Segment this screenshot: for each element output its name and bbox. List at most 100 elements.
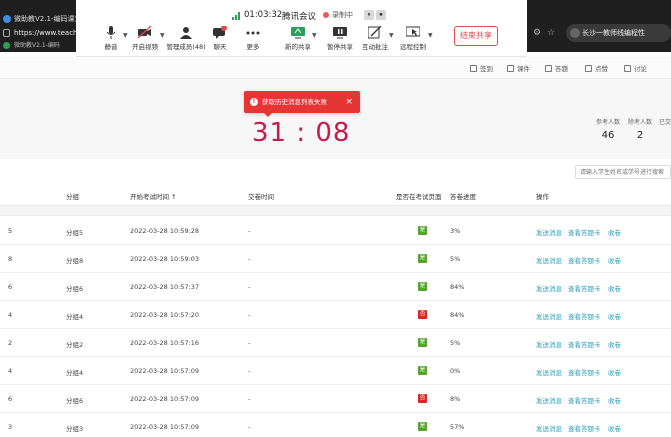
send-message-link[interactable]: 发送消息 — [536, 367, 562, 377]
avatar — [570, 28, 580, 38]
star-icon[interactable]: ☆ — [547, 28, 557, 38]
manage-members-button[interactable]: 管理成员(48) — [166, 26, 206, 52]
student-search-input[interactable] — [575, 165, 671, 179]
send-message-link[interactable]: 发送消息 — [536, 395, 562, 405]
pause-share-button[interactable]: 暂停共享 — [326, 26, 354, 52]
collect-paper-link[interactable]: 收卷 — [608, 367, 621, 377]
bookmark-item[interactable]: 微助教V2.1-编码 — [0, 40, 76, 51]
table-row: 6 分组6 2022-03-28 10:57:37 - 84% 是 发送消息 查看答题卡 收卷 — [0, 273, 671, 301]
progress-cell: 0% — [450, 367, 461, 375]
collect-paper-link[interactable]: 收卷 — [608, 283, 621, 293]
chat-button[interactable]: 聊天 — [209, 26, 231, 52]
send-message-link[interactable]: 发送消息 — [536, 283, 562, 293]
collect-paper-link[interactable]: 收卷 — [608, 227, 621, 237]
profile-name: 长沙一教师线编程性 — [582, 29, 645, 37]
group-cell: 分组5 — [66, 229, 84, 237]
meeting-header: 01:03:32 腾讯会议 录制中 ⏸ ⏹ — [76, 9, 527, 23]
mute-button[interactable]: 静音 — [98, 26, 124, 52]
collect-paper-link[interactable]: 收卷 — [608, 255, 621, 265]
toast-message: 获取历史消息列表失败 — [262, 98, 327, 106]
tab-courseware-label: 课件 — [517, 65, 530, 73]
column-header-group: 分组 — [66, 193, 79, 201]
column-header-start-time[interactable]: 开始考试时间 ↑ — [130, 191, 177, 201]
start-time-cell: 2022-03-28 10:59:28 — [130, 227, 200, 235]
recording-indicator: 录制中 — [322, 9, 360, 21]
new-share-button[interactable]: 新的共享 — [284, 26, 312, 52]
on-page-status-badge: 是 — [418, 422, 427, 431]
view-answer-card-link[interactable]: 查看答题卡 — [568, 339, 601, 349]
error-icon: ! — [250, 98, 258, 106]
annotation-options-chevron-down-icon[interactable]: ▼ — [389, 32, 394, 39]
more-label: 更多 — [246, 43, 260, 51]
row-lead-cell: 5 — [8, 227, 13, 235]
toast-close-button[interactable]: × — [345, 91, 353, 113]
collect-paper-link[interactable]: 收卷 — [608, 339, 621, 349]
submit-time-cell: - — [248, 227, 251, 235]
table-row: 4 分组4 2022-03-28 10:57:09 - 0% 是 发送消息 查看答题卡 收卷 — [0, 357, 671, 385]
bookmark-label: 微助教V2.1-编码 — [14, 42, 60, 49]
progress-cell: 5% — [450, 339, 461, 347]
view-answer-card-link[interactable]: 查看答题卡 — [568, 255, 601, 265]
address-bar[interactable]: https://www.teache — [0, 27, 76, 39]
table-header: 分组 开始考试时间 ↑ 交卷时间 是否在考试页面 答卷进度 操作 — [0, 184, 671, 206]
view-answer-card-link[interactable]: 查看答题卡 — [568, 311, 601, 321]
group-cell: 分组8 — [66, 257, 84, 265]
tab-courseware[interactable]: 课件 — [507, 63, 530, 73]
view-answer-card-link[interactable]: 查看答题卡 — [568, 367, 601, 377]
progress-cell: 84% — [450, 283, 465, 291]
view-answer-card-link[interactable]: 查看答题卡 — [568, 423, 601, 433]
quiz-icon — [545, 65, 552, 72]
tab-discussion[interactable]: 讨论 — [624, 63, 647, 73]
interactive-annotation-button[interactable]: 互动批注 — [361, 26, 389, 52]
collect-paper-link[interactable]: 收卷 — [608, 423, 621, 433]
view-answer-card-link[interactable]: 查看答题卡 — [568, 283, 601, 293]
send-message-link[interactable]: 发送消息 — [536, 339, 562, 349]
row-lead-cell: 4 — [8, 367, 13, 375]
video-options-chevron-down-icon[interactable]: ▼ — [160, 32, 165, 39]
send-message-link[interactable]: 发送消息 — [536, 227, 562, 237]
tab-discussion-label: 讨论 — [634, 65, 647, 73]
pause-recording-button[interactable]: ⏸ — [364, 10, 374, 20]
tab-quiz[interactable]: 答题 — [545, 63, 568, 73]
on-page-status-badge: 是 — [418, 366, 427, 375]
end-share-button[interactable]: 结束共享 — [454, 26, 498, 46]
annotate-icon — [368, 26, 382, 39]
stop-recording-button[interactable]: ⏹ — [376, 10, 386, 20]
browser-tab[interactable]: 微助教V2.1-编码课堂好帮 — [0, 11, 76, 27]
mute-options-chevron-down-icon[interactable]: ▼ — [123, 32, 128, 39]
tab-like-label: 点赞 — [595, 65, 608, 73]
row-lead-cell: 2 — [8, 339, 13, 347]
tab-like[interactable]: 点赞 — [585, 63, 608, 73]
signal-icon — [232, 12, 241, 20]
tab-sign-in[interactable]: 签到 — [470, 63, 493, 73]
send-message-link[interactable]: 发送消息 — [536, 255, 562, 265]
on-page-status-badge: 是 — [418, 338, 427, 347]
send-message-link[interactable]: 发送消息 — [536, 423, 562, 433]
share-options-chevron-down-icon[interactable]: ▼ — [312, 32, 317, 39]
progress-cell: 3% — [450, 227, 461, 235]
extension-icon[interactable]: ⚙ — [533, 28, 543, 38]
remote-control-button[interactable]: 远程控制 — [398, 26, 428, 52]
column-header-on-page: 是否在考试页面 — [396, 193, 442, 201]
view-answer-card-link[interactable]: 查看答题卡 — [568, 395, 601, 405]
send-message-link[interactable]: 发送消息 — [536, 311, 562, 321]
start-video-button[interactable]: 开启视频 — [130, 26, 160, 52]
start-time-cell: 2022-03-28 10:57:20 — [130, 311, 200, 319]
collect-paper-link[interactable]: 收卷 — [608, 395, 621, 405]
microphone-icon — [106, 26, 116, 39]
stat-excluded-value: 2 — [636, 130, 644, 141]
submit-time-cell: - — [248, 339, 251, 347]
view-answer-card-link[interactable]: 查看答题卡 — [568, 227, 601, 237]
tab-sign-in-label: 签到 — [480, 65, 493, 73]
progress-cell: 8% — [450, 395, 461, 403]
site-favicon-icon — [3, 15, 11, 23]
new-share-label: 新的共享 — [285, 43, 311, 51]
remote-options-chevron-down-icon[interactable]: ▼ — [428, 32, 433, 39]
on-page-status-badge: 是 — [418, 282, 427, 291]
start-time-cell: 2022-03-28 10:57:09 — [130, 423, 200, 431]
stat-participants-value: 46 — [601, 130, 615, 141]
screen: 微助教V2.1-编码课堂好帮 https://www.teache 微助教V2.… — [0, 0, 671, 437]
profile-chip[interactable]: 长沙一教师线编程性 — [566, 24, 671, 42]
more-button[interactable]: 更多 — [242, 26, 264, 52]
collect-paper-link[interactable]: 收卷 — [608, 311, 621, 321]
